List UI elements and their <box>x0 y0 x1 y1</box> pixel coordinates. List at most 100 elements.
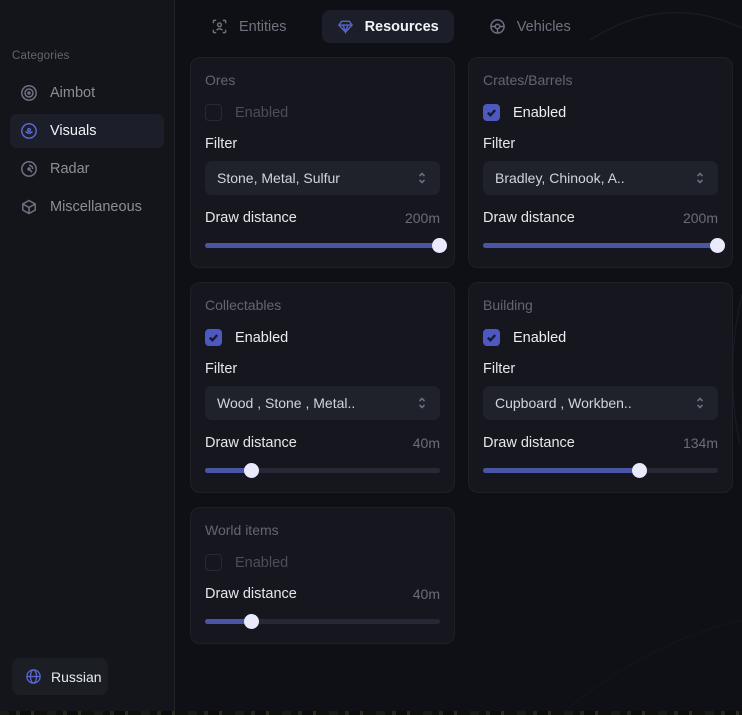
card-crates-barrels: Crates/Barrels Enabled Filter Bradley, C… <box>468 57 733 268</box>
card-building: Building Enabled Filter Cupboard , Workb… <box>468 282 733 493</box>
enabled-row: Enabled <box>205 554 440 571</box>
tab-label: Vehicles <box>517 19 571 35</box>
enabled-label: Enabled <box>235 105 288 121</box>
card-title: World items <box>205 522 440 538</box>
draw-distance-slider[interactable] <box>205 614 440 629</box>
filter-label: Filter <box>483 361 718 377</box>
draw-distance-slider[interactable] <box>205 238 440 253</box>
enabled-row: Enabled <box>483 104 718 121</box>
steering-wheel-icon <box>489 18 506 35</box>
target-icon <box>20 84 38 102</box>
sidebar: Categories Aimbot Visuals Radar Miscella… <box>0 0 175 711</box>
enabled-label: Enabled <box>513 105 566 121</box>
filter-select-value: Cupboard , Workben.. <box>495 395 632 411</box>
language-button[interactable]: Russian <box>12 658 108 695</box>
card-title: Ores <box>205 72 440 88</box>
card-title: Building <box>483 297 718 313</box>
filter-select-value: Stone, Metal, Sulfur <box>217 170 340 186</box>
enabled-checkbox[interactable] <box>483 329 500 346</box>
box-icon <box>20 198 38 216</box>
slider-thumb[interactable] <box>244 614 259 629</box>
draw-distance-row: Draw distance 200m <box>483 210 718 226</box>
filter-label: Filter <box>483 136 718 152</box>
draw-distance-label: Draw distance <box>205 210 297 226</box>
filter-label: Filter <box>205 361 440 377</box>
sidebar-item-label: Aimbot <box>50 85 95 101</box>
filter-select[interactable]: Cupboard , Workben.. <box>483 386 718 420</box>
sidebar-item-label: Miscellaneous <box>50 199 142 215</box>
person-scan-icon <box>211 18 228 35</box>
card-ores: Ores Enabled Filter Stone, Metal, Sulfur… <box>190 57 455 268</box>
tab-bar: Entities Resources Vehicles <box>176 0 742 43</box>
sidebar-item-label: Radar <box>50 161 90 177</box>
enabled-label: Enabled <box>513 330 566 346</box>
filter-select[interactable]: Stone, Metal, Sulfur <box>205 161 440 195</box>
enabled-label: Enabled <box>235 330 288 346</box>
enabled-row: Enabled <box>205 104 440 121</box>
slider-thumb[interactable] <box>710 238 725 253</box>
draw-distance-value: 134m <box>683 435 718 451</box>
slider-fill <box>483 243 718 248</box>
language-button-label: Russian <box>51 669 102 685</box>
sidebar-item-aimbot[interactable]: Aimbot <box>10 76 164 110</box>
enabled-checkbox[interactable] <box>205 104 222 121</box>
draw-distance-row: Draw distance 40m <box>205 435 440 451</box>
tab-label: Entities <box>239 19 287 35</box>
card-collectables: Collectables Enabled Filter Wood , Stone… <box>190 282 455 493</box>
main-content: Entities Resources Vehicles Ores Enabled <box>176 0 742 711</box>
tab-entities[interactable]: Entities <box>196 10 302 43</box>
tab-label: Resources <box>365 19 439 35</box>
draw-distance-value: 40m <box>413 586 440 602</box>
draw-distance-slider[interactable] <box>205 463 440 478</box>
game-background-strip <box>0 711 742 715</box>
eye-icon <box>20 122 38 140</box>
tab-vehicles[interactable]: Vehicles <box>474 10 586 43</box>
chevron-up-down-icon <box>694 396 706 410</box>
filter-select[interactable]: Bradley, Chinook, A.. <box>483 161 718 195</box>
sidebar-item-label: Visuals <box>50 123 96 139</box>
slider-fill <box>205 468 252 473</box>
chevron-up-down-icon <box>694 171 706 185</box>
draw-distance-row: Draw distance 40m <box>205 586 440 602</box>
slider-thumb[interactable] <box>432 238 447 253</box>
radar-icon <box>20 160 38 178</box>
chevron-up-down-icon <box>416 396 428 410</box>
enabled-label: Enabled <box>235 555 288 571</box>
slider-thumb[interactable] <box>244 463 259 478</box>
draw-distance-label: Draw distance <box>483 210 575 226</box>
slider-thumb[interactable] <box>632 463 647 478</box>
sidebar-item-miscellaneous[interactable]: Miscellaneous <box>10 190 164 224</box>
draw-distance-slider[interactable] <box>483 238 718 253</box>
draw-distance-label: Draw distance <box>205 586 297 602</box>
draw-distance-row: Draw distance 200m <box>205 210 440 226</box>
draw-distance-label: Draw distance <box>483 435 575 451</box>
slider-fill <box>483 468 640 473</box>
filter-label: Filter <box>205 136 440 152</box>
filter-select-value: Wood , Stone , Metal.. <box>217 395 355 411</box>
enabled-checkbox[interactable] <box>205 329 222 346</box>
draw-distance-slider[interactable] <box>483 463 718 478</box>
gem-icon <box>337 18 354 35</box>
draw-distance-value: 40m <box>413 435 440 451</box>
draw-distance-value: 200m <box>683 210 718 226</box>
enabled-checkbox[interactable] <box>205 554 222 571</box>
slider-fill <box>205 619 252 624</box>
sidebar-item-radar[interactable]: Radar <box>10 152 164 186</box>
card-world-items: World items Enabled Draw distance 40m <box>190 507 455 644</box>
slider-fill <box>205 243 440 248</box>
filter-select[interactable]: Wood , Stone , Metal.. <box>205 386 440 420</box>
card-title: Collectables <box>205 297 440 313</box>
globe-icon <box>25 668 42 685</box>
draw-distance-label: Draw distance <box>205 435 297 451</box>
chevron-up-down-icon <box>416 171 428 185</box>
enabled-row: Enabled <box>483 329 718 346</box>
enabled-row: Enabled <box>205 329 440 346</box>
draw-distance-value: 200m <box>405 210 440 226</box>
filter-select-value: Bradley, Chinook, A.. <box>495 170 625 186</box>
sidebar-item-visuals[interactable]: Visuals <box>10 114 164 148</box>
tab-resources[interactable]: Resources <box>322 10 454 43</box>
cards-grid: Ores Enabled Filter Stone, Metal, Sulfur… <box>190 57 742 644</box>
categories-label: Categories <box>12 50 174 62</box>
enabled-checkbox[interactable] <box>483 104 500 121</box>
card-title: Crates/Barrels <box>483 72 718 88</box>
